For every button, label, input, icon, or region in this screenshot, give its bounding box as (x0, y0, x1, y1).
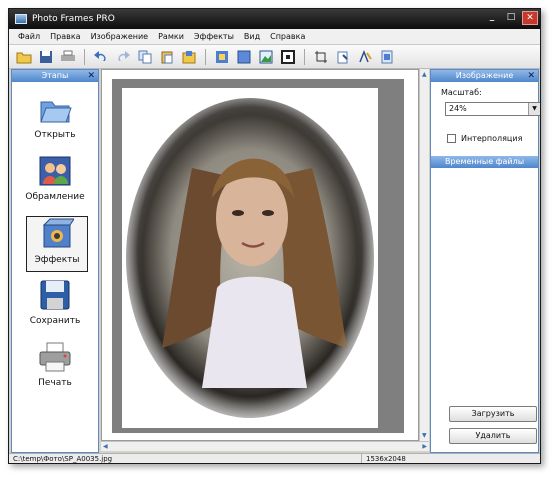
toolbar (9, 45, 540, 69)
step-open-label: Открыть (34, 130, 76, 140)
open-folder-icon[interactable] (15, 48, 33, 66)
step-framing[interactable]: Обрамление (12, 154, 98, 212)
paste-icon[interactable] (158, 48, 176, 66)
steps-panel-title: Этапы (41, 71, 69, 80)
text-icon[interactable] (356, 48, 374, 66)
window-controls: _ □ ✕ (484, 11, 538, 25)
undo-icon[interactable] (92, 48, 110, 66)
window-title: Photo Frames PRO (32, 14, 115, 24)
interpolation-checkbox[interactable] (447, 134, 456, 143)
photo-preview (122, 88, 378, 428)
steps-panel-close-button[interactable]: ✕ (87, 70, 95, 82)
menu-edit[interactable]: Правка (45, 32, 85, 41)
border-icon[interactable] (279, 48, 297, 66)
close-button[interactable]: ✕ (522, 11, 538, 25)
app-window: Photo Frames PRO _ □ ✕ Файл Правка Изобр… (8, 8, 541, 464)
delete-button[interactable]: Удалить (449, 428, 537, 444)
temp-files-title: Временные файлы (444, 157, 525, 166)
step-save[interactable]: Сохранить (12, 278, 98, 336)
step-effects[interactable]: Эффекты (26, 216, 88, 272)
step-save-label: Сохранить (29, 316, 81, 326)
vertical-scrollbar[interactable]: ▲ ▼ (419, 69, 429, 441)
menu-bar: Файл Правка Изображение Рамки Эффекты Ви… (9, 29, 540, 45)
step-print-label: Печать (38, 378, 72, 388)
step-open[interactable]: Открыть (12, 92, 98, 150)
step-print[interactable]: Печать (12, 340, 98, 398)
image-canvas[interactable] (101, 69, 419, 441)
status-bar: C:\temp\Фото\SP_A0035.jpg 1536x2048 (9, 453, 540, 463)
temp-files-header: Временные файлы (431, 156, 538, 168)
scroll-up-icon[interactable]: ▲ (422, 71, 427, 78)
load-button[interactable]: Загрузить (449, 406, 537, 422)
minimize-button[interactable]: _ (484, 11, 500, 25)
effects-box-icon (42, 218, 74, 248)
menu-view[interactable]: Вид (239, 32, 265, 41)
scale-value: 24% (449, 104, 467, 113)
frame-icon[interactable] (213, 48, 231, 66)
title-bar: Photo Frames PRO _ □ ✕ (9, 9, 540, 29)
app-icon (15, 14, 27, 24)
image-panel-header: Изображение ✕ (431, 70, 538, 82)
canvas-backdrop (112, 79, 404, 433)
scroll-right-icon[interactable]: ▶ (422, 443, 427, 450)
toolbar-separator (304, 48, 305, 65)
toolbar-separator (205, 48, 206, 65)
steps-panel-header: Этапы ✕ (12, 70, 98, 82)
fill-icon[interactable] (235, 48, 253, 66)
chevron-down-icon[interactable]: ▼ (528, 103, 540, 115)
menu-effects[interactable]: Эффекты (189, 32, 239, 41)
people-icon (39, 156, 71, 186)
status-image-size: 1536x2048 (361, 454, 406, 463)
maximize-button[interactable]: □ (503, 11, 519, 25)
menu-frames[interactable]: Рамки (153, 32, 189, 41)
print-icon[interactable] (59, 48, 77, 66)
landscape-icon[interactable] (257, 48, 275, 66)
stamp-icon[interactable] (180, 48, 198, 66)
menu-file[interactable]: Файл (13, 32, 45, 41)
toolbar-separator (84, 48, 85, 65)
image-panel-close-button[interactable]: ✕ (527, 70, 535, 82)
step-effects-label: Эффекты (34, 255, 80, 265)
menu-image[interactable]: Изображение (86, 32, 154, 41)
open-folder-icon (40, 101, 72, 123)
interpolation-label: Интерполяция (461, 134, 523, 143)
save-disk-icon[interactable] (37, 48, 55, 66)
image-panel: Изображение ✕ Масштаб: 24% ▼ Интерполяци… (430, 69, 540, 453)
copy-icon[interactable] (136, 48, 154, 66)
steps-panel: Этапы ✕ Открыть Обрамление Эффекты Сохра… (11, 69, 99, 453)
scale-label: Масштаб: (441, 88, 482, 97)
crop-icon[interactable] (312, 48, 330, 66)
portrait-photo (122, 88, 378, 428)
rotate-icon[interactable] (334, 48, 352, 66)
redo-icon[interactable] (114, 48, 132, 66)
resize-icon[interactable] (378, 48, 396, 66)
scroll-left-icon[interactable]: ◀ (103, 443, 108, 450)
floppy-icon (40, 280, 70, 310)
scroll-down-icon[interactable]: ▼ (422, 432, 427, 439)
horizontal-scrollbar[interactable]: ◀ ▶ (101, 441, 429, 451)
status-file-path: C:\temp\Фото\SP_A0035.jpg (13, 455, 113, 463)
step-framing-label: Обрамление (25, 192, 85, 202)
scale-select[interactable]: 24% ▼ (445, 102, 540, 116)
menu-help[interactable]: Справка (265, 32, 310, 41)
image-panel-title: Изображение (455, 71, 514, 80)
printer-icon (39, 342, 71, 372)
